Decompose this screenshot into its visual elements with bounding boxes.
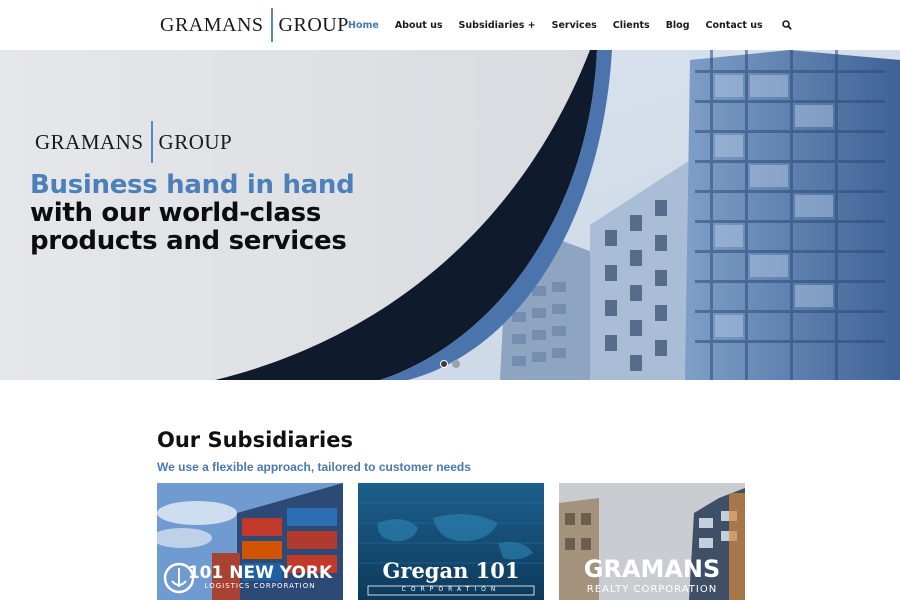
nav-home[interactable]: Home xyxy=(348,20,379,31)
card-title: Gregan 101 xyxy=(382,558,520,583)
search-icon[interactable] xyxy=(781,19,793,31)
subsidiaries-heading: Our Subsidiaries xyxy=(157,428,353,452)
site-header: GRAMANS GROUP Home About us Subsidiaries… xyxy=(0,0,900,50)
slider-dots xyxy=(440,360,464,368)
hero-slider: GRAMANS GROUP Business hand in hand with… xyxy=(0,50,900,380)
nav-clients[interactable]: Clients xyxy=(613,20,650,31)
nav-blog[interactable]: Blog xyxy=(666,20,690,31)
nav-about-us[interactable]: About us xyxy=(395,20,443,31)
hero-logo: GRAMANS GROUP xyxy=(35,121,232,163)
card-title: 101 NEW YORK xyxy=(187,563,333,583)
subsidiaries-subheading: We use a flexible approach, tailored to … xyxy=(157,460,471,474)
slider-dot-1[interactable] xyxy=(440,360,448,368)
nav-services[interactable]: Services xyxy=(552,20,597,31)
hero-headline: Business hand in hand with our world-cla… xyxy=(30,170,355,256)
subsidiary-card-gregan-101[interactable]: Gregan 101 CORPORATION xyxy=(358,483,544,600)
logo-divider xyxy=(270,8,273,42)
card-title: GRAMANS xyxy=(583,555,721,583)
nav-contact-us[interactable]: Contact us xyxy=(706,20,763,31)
site-logo[interactable]: GRAMANS GROUP xyxy=(160,8,349,42)
hero-headline-line-3: products and services xyxy=(30,226,347,256)
card-subtitle: REALTY CORPORATION xyxy=(586,584,718,595)
hero-logo-text-right: GROUP xyxy=(158,129,233,154)
logo-text-left: GRAMANS xyxy=(160,13,264,36)
nav-subsidiaries[interactable]: Subsidiaries + xyxy=(459,20,536,31)
hero-logo-divider xyxy=(150,121,153,163)
subsidiary-card-101-new-york[interactable]: 101 NEW YORK LOGISTICS CORPORATION xyxy=(157,483,343,600)
hero-logo-text-left: GRAMANS xyxy=(35,129,144,154)
card-subtitle: CORPORATION xyxy=(401,586,501,593)
subsidiary-card-gramans-realty[interactable]: GRAMANS REALTY CORPORATION xyxy=(559,483,745,600)
logo-text-right: GROUP xyxy=(278,13,349,36)
card-subtitle: LOGISTICS CORPORATION xyxy=(204,582,316,590)
slider-dot-2[interactable] xyxy=(452,360,460,368)
hero-headline-line-1: Business hand in hand xyxy=(30,170,355,200)
hero-headline-line-2: with our world-class xyxy=(30,198,322,228)
main-nav: Home About us Subsidiaries + Services Cl… xyxy=(340,0,793,50)
